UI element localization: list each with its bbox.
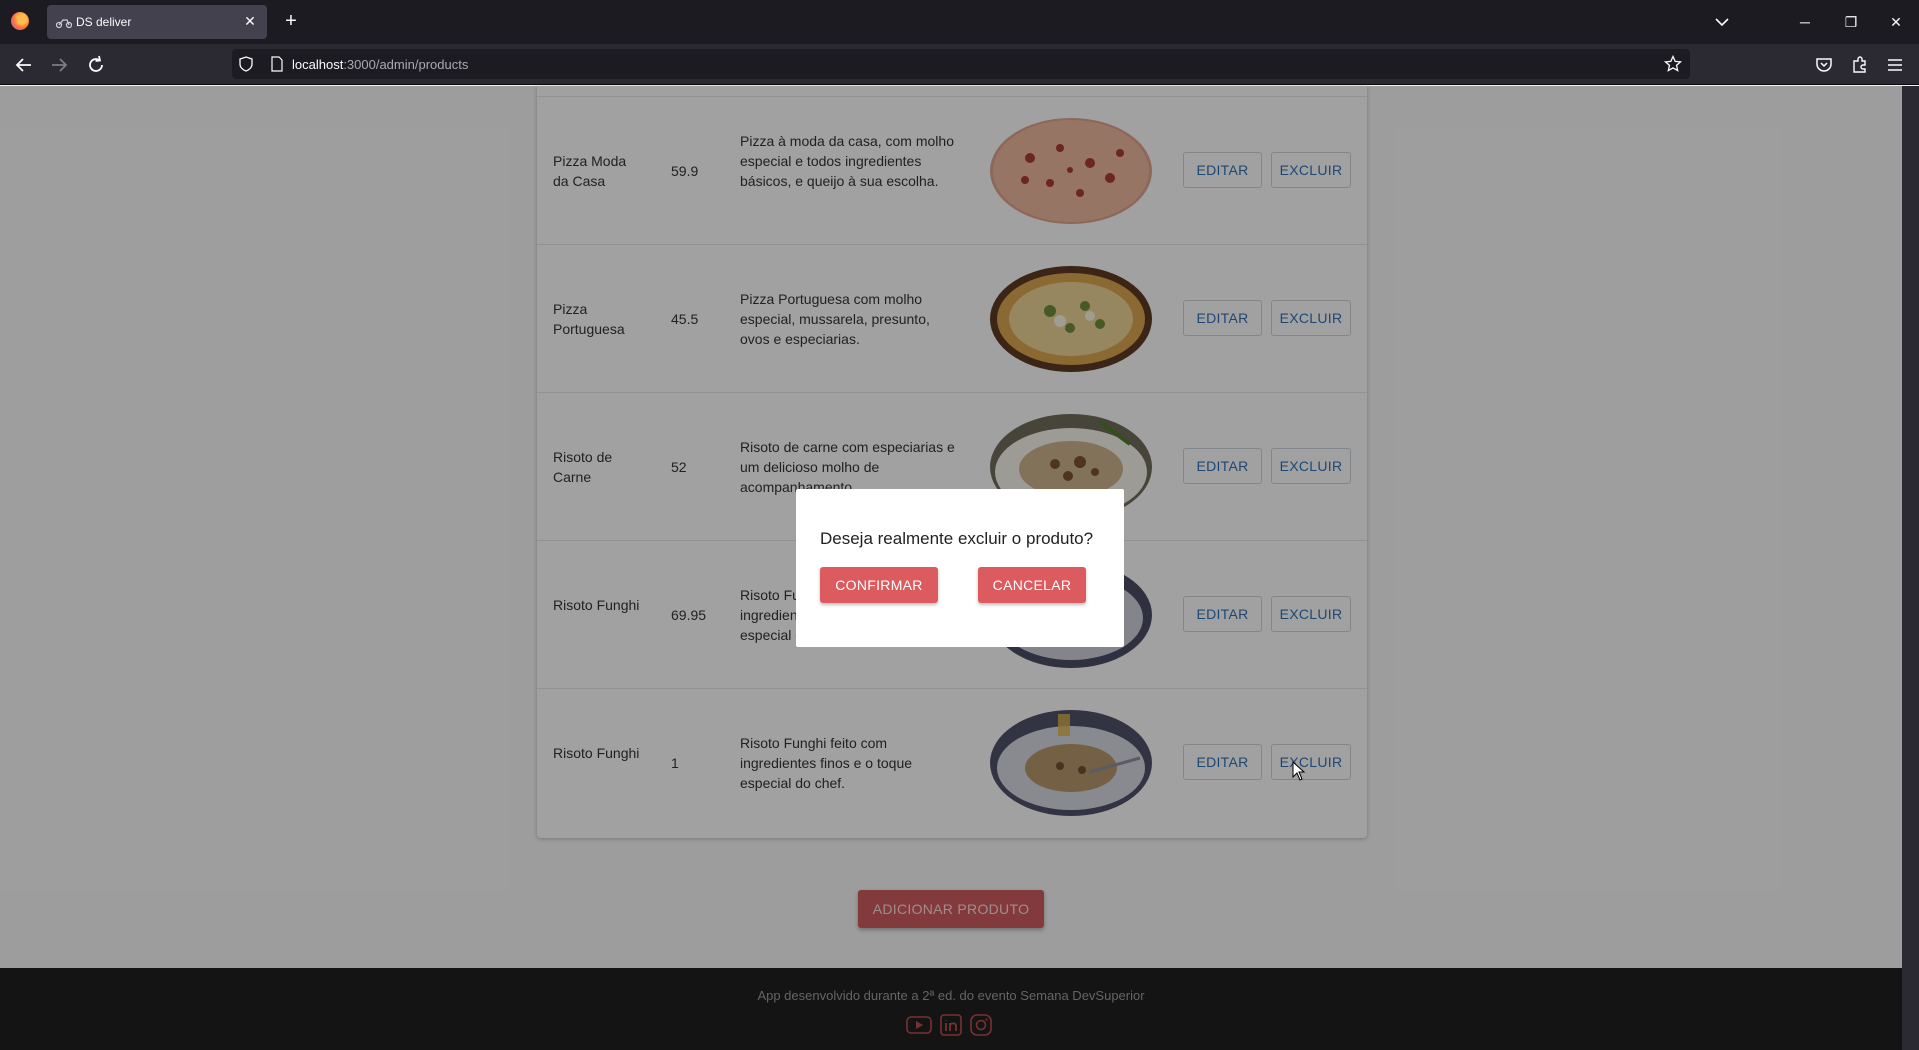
firefox-logo-icon <box>11 12 29 30</box>
page-info-icon[interactable] <box>270 56 284 72</box>
browser-tab-bar: DS deliver ✕ + ─ ❐ ✕ <box>0 0 1919 44</box>
cancel-button[interactable]: CANCELAR <box>978 567 1086 603</box>
delete-confirm-dialog: Deseja realmente excluir o produto? CONF… <box>796 489 1124 647</box>
dialog-question: Deseja realmente excluir o produto? <box>820 529 1094 548</box>
tracking-shield-icon[interactable] <box>238 56 254 72</box>
browser-nav-bar: localhost:3000/admin/products <box>0 44 1919 85</box>
scooter-favicon-icon <box>56 19 72 28</box>
new-tab-icon[interactable]: + <box>280 10 302 32</box>
bookmark-star-icon[interactable] <box>1664 55 1682 73</box>
menu-hamburger-icon[interactable] <box>1885 55 1905 75</box>
confirm-button[interactable]: CONFIRMAR <box>820 567 938 603</box>
tab-list-chevron-icon[interactable] <box>1712 12 1732 32</box>
restore-window-icon[interactable]: ❐ <box>1839 10 1863 34</box>
address-bar[interactable]: localhost:3000/admin/products <box>232 49 1690 79</box>
url-text[interactable]: localhost:3000/admin/products <box>292 57 468 72</box>
close-tab-icon[interactable]: ✕ <box>241 12 259 30</box>
reload-icon[interactable] <box>84 53 108 77</box>
browser-tab-active[interactable]: DS deliver ✕ <box>47 5 267 39</box>
page-scrollbar[interactable] <box>1902 86 1919 1050</box>
extensions-icon[interactable] <box>1850 55 1870 75</box>
close-window-icon[interactable]: ✕ <box>1884 10 1908 34</box>
tab-title: DS deliver <box>76 15 132 29</box>
mouse-cursor-icon <box>1292 761 1306 781</box>
forward-arrow-icon[interactable] <box>47 53 71 77</box>
minimize-window-icon[interactable]: ─ <box>1793 10 1817 34</box>
pocket-icon[interactable] <box>1814 55 1834 75</box>
back-arrow-icon[interactable] <box>12 53 36 77</box>
